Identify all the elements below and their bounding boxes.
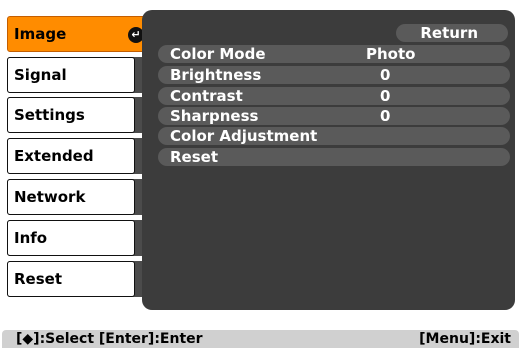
row-value: 0 <box>380 87 391 105</box>
row-label: Color Adjustment <box>170 127 318 145</box>
return-button[interactable]: Return <box>396 24 508 42</box>
row-label: Contrast <box>170 87 243 105</box>
tab-extended-label: Extended <box>7 138 135 174</box>
tab-label: Image <box>14 25 67 43</box>
tab-network-label: Network <box>7 179 135 215</box>
tab-settings-label: Settings <box>7 97 135 133</box>
tab-label: Signal <box>14 66 67 84</box>
menu-row-brightness[interactable]: Brightness 0 <box>158 66 510 84</box>
tab-network[interactable]: Network <box>7 179 149 215</box>
row-value: Photo <box>366 45 416 63</box>
row-label: Reset <box>170 148 218 166</box>
status-bar-hints: [◆]:Select [Enter]:Enter <box>16 331 203 347</box>
menu-row-color-adjustment[interactable]: Color Adjustment <box>158 127 510 145</box>
status-bar: [◆]:Select [Enter]:Enter [Menu]:Exit <box>2 330 519 348</box>
tab-reset[interactable]: Reset <box>7 261 149 297</box>
menu-row-color-mode[interactable]: Color Mode Photo <box>158 45 510 63</box>
tab-image[interactable]: Image ↵ <box>7 16 151 52</box>
tab-extended[interactable]: Extended <box>7 138 149 174</box>
tab-info-label: Info <box>7 220 135 256</box>
tab-label: Network <box>14 188 86 206</box>
menu-row-reset[interactable]: Reset <box>158 148 510 166</box>
tab-settings[interactable]: Settings <box>7 97 149 133</box>
row-label: Color Mode <box>170 45 266 63</box>
row-value: 0 <box>380 66 391 84</box>
tab-label: Info <box>14 229 48 247</box>
row-label: Sharpness <box>170 107 259 125</box>
tab-label: Extended <box>14 147 94 165</box>
status-bar-exit: [Menu]:Exit <box>419 331 511 347</box>
row-label: Brightness <box>170 66 262 84</box>
tab-info[interactable]: Info <box>7 220 149 256</box>
tab-label: Reset <box>14 270 62 288</box>
tab-image-label: Image ↵ <box>7 16 151 52</box>
row-value: 0 <box>380 107 391 125</box>
menu-row-contrast[interactable]: Contrast 0 <box>158 87 510 105</box>
tab-signal[interactable]: Signal <box>7 57 149 93</box>
tab-signal-label: Signal <box>7 57 135 93</box>
tab-label: Settings <box>14 106 85 124</box>
menu-row-sharpness[interactable]: Sharpness 0 <box>158 107 510 125</box>
tab-reset-label: Reset <box>7 261 135 297</box>
